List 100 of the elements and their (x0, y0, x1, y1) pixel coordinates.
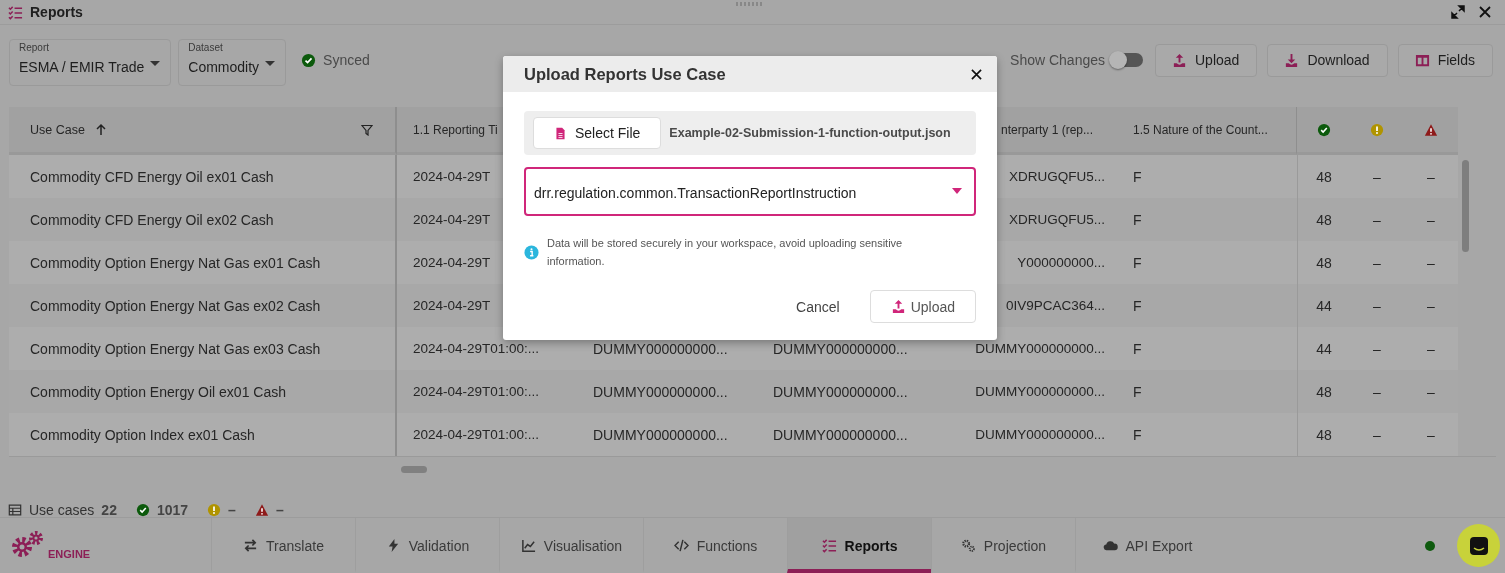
info-icon (524, 244, 539, 260)
scrollbar[interactable] (401, 465, 427, 473)
nav-tab[interactable]: Translate (211, 518, 355, 573)
table-cell: DUMMY000000000... (975, 384, 1105, 399)
table-cell: 0IV9PCAC364... (1005, 298, 1105, 313)
show-changes-toggle[interactable] (1111, 53, 1143, 67)
reports-icon (8, 4, 23, 20)
column-header[interactable]: nterparty 1 (rep... (1000, 122, 1093, 137)
table-cell: F (1133, 211, 1142, 228)
table-cell: Commodity CFD Energy Oil ex02 Cash (30, 211, 274, 228)
table-cell: – (1427, 254, 1435, 271)
warning-icon (1370, 122, 1384, 137)
toolbar-button[interactable]: Upload (1155, 43, 1258, 77)
table-cell: – (1373, 211, 1381, 228)
table-cell: 44 (1316, 340, 1332, 357)
table-cell: 2024-04-29T01:00:... (413, 384, 540, 399)
table-cell: DUMMY000000000... (975, 427, 1105, 442)
logo-text: ENGINE (48, 548, 91, 560)
table-cell: F (1133, 297, 1142, 314)
error-count: – (275, 502, 284, 518)
nav-tab[interactable]: Reports (787, 518, 931, 573)
table-cell: – (1373, 297, 1381, 314)
check-circle-icon (135, 503, 150, 517)
toolbar-button[interactable]: Fields (1397, 43, 1493, 77)
nav-tab[interactable]: Visualisation (499, 518, 643, 573)
select-file-button[interactable]: Select File (533, 117, 662, 149)
columns-icon (1414, 52, 1430, 68)
table-cell: 48 (1316, 211, 1332, 228)
table-cell: F (1133, 168, 1142, 185)
table-cell: F (1133, 426, 1142, 443)
code-icon (673, 538, 689, 553)
table-cell: XDRUGQFU5... (1009, 212, 1105, 227)
chart-icon (520, 538, 536, 553)
table-cell: 2024-04-29T (413, 255, 491, 270)
show-changes-label: Show Changes (1010, 52, 1105, 68)
table-cell: 2024-04-29T01:00:... (413, 341, 540, 356)
table-cell: DUMMY000000000... (593, 383, 728, 400)
close-icon[interactable] (1479, 6, 1491, 18)
column-header[interactable]: Use Case (30, 122, 85, 137)
passed-count: 1017 (156, 502, 189, 518)
table-cell: DUMMY000000000... (773, 340, 908, 357)
dataset-dropdown[interactable]: Dataset Commodity (178, 38, 287, 86)
table-cell: DUMMY000000000... (593, 426, 728, 443)
check-circle-icon (1316, 122, 1331, 137)
nav-tab[interactable]: Projection (931, 518, 1075, 573)
column-header[interactable]: 1.1 Reporting Ti (413, 122, 498, 137)
table-cell: Commodity Option Energy Oil ex01 Cash (30, 383, 286, 400)
nav-tab[interactable]: Validation (355, 518, 499, 573)
table-icon (8, 503, 22, 517)
filter-icon[interactable] (361, 123, 373, 136)
file-name: Example-02-Submission-1-function-output.json (669, 126, 951, 140)
table-cell: – (1373, 168, 1381, 185)
sync-status: Synced (323, 52, 370, 68)
table-cell: Commodity Option Index ex01 Cash (30, 426, 255, 443)
sort-arrow-icon[interactable] (94, 123, 107, 136)
use-cases-label: Use cases (29, 502, 95, 518)
warning-icon (207, 503, 222, 517)
table-cell: 2024-04-29T01:00:... (413, 427, 540, 442)
table-cell: XDRUGQFU5... (1009, 169, 1105, 184)
use-cases-count: 22 (101, 502, 117, 518)
table-cell: Commodity Option Energy Nat Gas ex02 Cash (30, 297, 321, 314)
report-dropdown[interactable]: Report ESMA / EMIR Trade (9, 38, 172, 86)
upload-icon (1172, 52, 1187, 68)
type-dropdown[interactable]: drr.regulation.common.TransactionReportInstruction (524, 167, 976, 216)
gears-logo-icon (10, 529, 46, 559)
table-cell: F (1133, 254, 1142, 271)
table-cell: DUMMY000000000... (773, 383, 908, 400)
chat-icon (1467, 534, 1490, 557)
table-cell: – (1427, 168, 1435, 185)
cancel-button[interactable]: Cancel (796, 294, 840, 319)
table-cell: 48 (1316, 168, 1332, 185)
close-icon[interactable] (971, 68, 982, 80)
error-icon (254, 503, 269, 517)
check-circle-icon (301, 52, 317, 68)
table-cell: – (1373, 426, 1381, 443)
table-cell: DUMMY000000000... (975, 341, 1105, 356)
table-cell: Commodity CFD Energy Oil ex01 Cash (30, 168, 274, 185)
table-cell: 2024-04-29T (413, 212, 491, 227)
table-cell: DUMMY000000000... (593, 340, 728, 357)
table-cell: Commodity Option Energy Nat Gas ex01 Cash (30, 254, 321, 271)
table-cell: – (1373, 254, 1381, 271)
table-cell: – (1373, 340, 1381, 357)
chat-button[interactable] (1457, 524, 1500, 567)
document-icon (554, 126, 567, 140)
table-cell: – (1427, 426, 1435, 443)
table-cell: Y000000000... (1017, 255, 1105, 270)
table-cell: F (1133, 383, 1142, 400)
nav-tab[interactable]: API Export (1075, 518, 1219, 573)
window-title: Reports (30, 4, 83, 20)
scrollbar[interactable] (1462, 160, 1469, 252)
table-cell: 48 (1316, 254, 1332, 271)
arrows-icon (243, 538, 259, 553)
table-cell: 2024-04-29T (413, 169, 491, 184)
table-cell: – (1427, 211, 1435, 228)
table-cell: F (1133, 340, 1142, 357)
toolbar-button[interactable]: Download (1267, 43, 1388, 77)
upload-button[interactable]: Upload (869, 290, 976, 323)
expand-icon[interactable] (1451, 5, 1465, 19)
dialog-title: Upload Reports Use Case (524, 64, 726, 84)
warning-count: – (228, 502, 236, 518)
